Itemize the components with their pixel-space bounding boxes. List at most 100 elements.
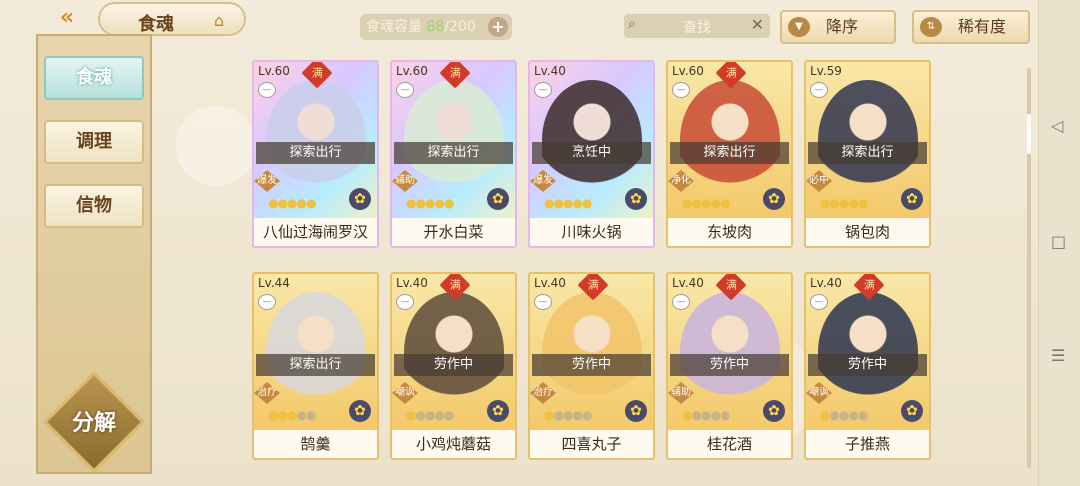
capacity-max: /200 [444, 19, 476, 35]
food-soul-card[interactable]: Lv.40 满 — 劳作中 辅助 ●●●●● ✿ 桂花酒 [666, 272, 793, 460]
star-rating: ●●●●● [682, 196, 731, 210]
star-empty-icon: ● [581, 408, 593, 422]
speech-bubble-icon: — [810, 82, 828, 98]
speech-bubble-icon: — [672, 82, 690, 98]
star-filled-icon: ● [581, 196, 593, 210]
status-label: 劳作中 [808, 354, 927, 376]
star-rating: ●●●●● [820, 196, 869, 210]
star-empty-icon: ● [553, 408, 564, 422]
status-label: 探索出行 [256, 354, 375, 376]
level-label: Lv.40 [534, 64, 566, 78]
character-name: 八仙过海闹罗汉 [254, 218, 377, 246]
star-rating: ●●●●● [406, 196, 454, 210]
flower-icon: ✿ [763, 400, 785, 422]
max-level-text: 满 [725, 278, 737, 291]
flower-icon: ✿ [763, 188, 785, 210]
star-filled-icon: ● [415, 196, 426, 210]
system-menu-icon[interactable]: ☰ [1051, 346, 1065, 365]
star-filled-icon: ● [434, 196, 445, 210]
pavilion-icon[interactable]: ⌂ [214, 12, 236, 30]
star-filled-icon: ● [305, 196, 317, 210]
triangle-down-icon: ▼ [788, 17, 810, 37]
rarity-label: 稀有度 [958, 17, 1007, 36]
level-label: Lv.59 [810, 64, 842, 78]
status-label: 探索出行 [808, 142, 927, 164]
food-soul-card[interactable]: Lv.60 满 — 探索出行 辅助 ●●●●● ✿ 开水白菜 [390, 60, 517, 248]
character-name: 东坡肉 [668, 218, 791, 246]
status-label: 劳作中 [532, 354, 651, 376]
system-back-icon[interactable]: ◁ [1051, 116, 1063, 135]
system-home-icon[interactable]: □ [1051, 232, 1066, 251]
star-filled-icon: ● [848, 196, 859, 210]
character-name: 开水白菜 [392, 218, 515, 246]
max-level-text: 满 [863, 278, 875, 291]
decompose-label[interactable]: 分解 [54, 405, 134, 437]
star-empty-icon: ● [719, 408, 731, 422]
character-name: 锅包肉 [806, 218, 929, 246]
level-label: Lv.44 [258, 276, 290, 290]
star-filled-icon: ● [719, 196, 731, 210]
star-empty-icon: ● [443, 408, 455, 422]
food-soul-card[interactable]: Lv.44— 探索出行 治疗 ●●●●● ✿ 鹄羹 [252, 272, 379, 460]
character-portrait [404, 80, 504, 200]
food-soul-card[interactable]: Lv.60 满 — 探索出行 爆发 ●●●●● ✿ 八仙过海闹罗汉 [252, 60, 379, 248]
star-rating: ●●●●● [544, 196, 593, 210]
food-soul-card[interactable]: Lv.40 满 — 劳作中 嘲讽 ●●●●● ✿ 小鸡炖蘑菇 [390, 272, 517, 460]
star-rating: ●●●●● [820, 408, 868, 422]
sidebar-tab-shihun[interactable]: 食魂 [44, 56, 144, 100]
status-label: 烹饪中 [532, 142, 651, 164]
scroll-thumb[interactable] [1027, 114, 1031, 154]
food-soul-card[interactable]: Lv.60 满 — 探索出行 净化 ●●●●● ✿ 东坡肉 [666, 60, 793, 248]
level-label: Lv.40 [534, 276, 566, 290]
star-empty-icon: ● [691, 408, 702, 422]
rarity-sort-button[interactable]: ⇅ 稀有度 [912, 10, 1030, 44]
food-soul-card[interactable]: Lv.40 满 — 劳作中 嘲讽 ●●●●● ✿ 子推燕 [804, 272, 931, 460]
capacity-plus-button[interactable]: + [488, 17, 508, 37]
clear-icon[interactable]: ✕ [751, 15, 764, 34]
star-filled-icon: ● [857, 196, 869, 210]
star-rating: ●●●●● [406, 408, 455, 422]
character-name: 小鸡炖蘑菇 [392, 430, 515, 458]
max-level-text: 满 [449, 278, 461, 291]
speech-bubble-icon: — [258, 294, 276, 310]
food-soul-card[interactable]: Lv.40 满 — 劳作中 治疗 ●●●●● ✿ 四喜丸子 [528, 272, 655, 460]
back-button[interactable]: « [38, 4, 96, 34]
title-tab: 食魂 ⌂ [98, 2, 246, 36]
status-label: 探索出行 [670, 142, 789, 164]
sort-order-button[interactable]: ▼ 降序 [780, 10, 896, 44]
sort-label: 降序 [826, 17, 859, 36]
star-filled-icon: ● [691, 196, 702, 210]
star-rating: ●●●●● [544, 408, 593, 422]
level-label: Lv.60 [396, 64, 428, 78]
flower-icon: ✿ [625, 400, 647, 422]
star-empty-icon: ● [296, 408, 307, 422]
star-rating: ●●●●● [268, 408, 316, 422]
level-label: Lv.40 [396, 276, 428, 290]
flower-icon: ✿ [349, 188, 371, 210]
character-portrait [680, 80, 780, 200]
character-name: 子推燕 [806, 430, 929, 458]
scrollbar[interactable] [1027, 68, 1031, 468]
capacity-current: 88 [426, 19, 445, 35]
star-rating: ●●●●● [682, 408, 731, 422]
speech-bubble-icon: — [810, 294, 828, 310]
character-portrait [266, 292, 366, 412]
sidebar-tab-tiaoli[interactable]: 调理 [44, 120, 144, 164]
speech-bubble-icon: — [258, 82, 276, 98]
flower-icon: ✿ [349, 400, 371, 422]
level-label: Lv.40 [810, 276, 842, 290]
speech-bubble-icon: — [534, 82, 552, 98]
character-portrait [680, 292, 780, 412]
search-input[interactable]: ⌕ 查找 ✕ [624, 14, 770, 38]
food-soul-card[interactable]: Lv.40— 烹饪中 爆发 ●●●●● ✿ 川味火锅 [528, 60, 655, 248]
system-nav-bar: ◁ □ ☰ [1038, 0, 1080, 486]
character-portrait [818, 80, 918, 200]
max-level-text: 满 [449, 66, 461, 79]
food-soul-card[interactable]: Lv.59— 探索出行 必中 ●●●●● ✿ 锅包肉 [804, 60, 931, 248]
star-filled-icon: ● [296, 196, 307, 210]
sidebar-tab-xinwu[interactable]: 信物 [44, 184, 144, 228]
level-label: Lv.60 [258, 64, 290, 78]
swap-icon: ⇅ [920, 17, 942, 37]
flower-icon: ✿ [901, 400, 923, 422]
star-filled-icon: ● [710, 196, 721, 210]
